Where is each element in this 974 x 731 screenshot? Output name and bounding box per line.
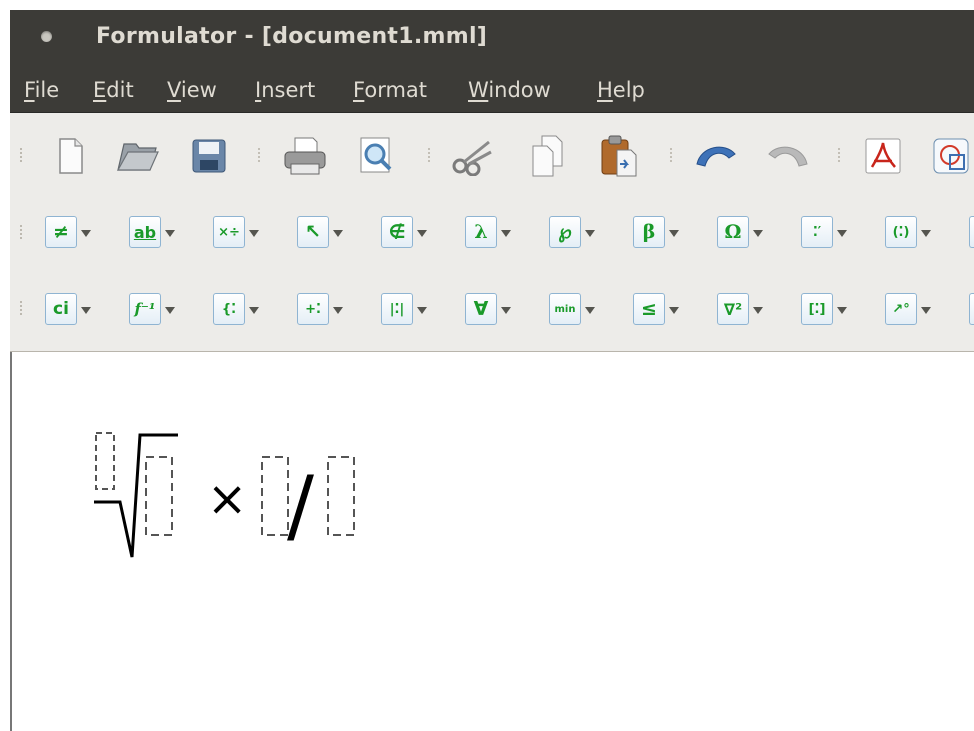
chevron-down-icon[interactable]	[165, 307, 175, 314]
menu-bar: File Edit View Insert Format Window Help	[10, 72, 974, 113]
chevron-down-icon[interactable]	[417, 307, 427, 314]
root-index-placeholder[interactable]	[95, 432, 115, 490]
misc-symbols-palette-button[interactable]: ℘	[549, 216, 581, 248]
menu-help[interactable]: Help	[597, 78, 645, 102]
toolbar-grip[interactable]	[20, 225, 25, 239]
chevron-down-icon[interactable]	[753, 307, 763, 314]
multiply-operator: ×	[207, 471, 247, 527]
brackets-palette-button[interactable]: (⁚)	[885, 216, 917, 248]
limits-palette-button[interactable]: min	[549, 293, 581, 325]
chevron-down-icon[interactable]	[921, 230, 931, 237]
primes-palette-button[interactable]: ⁚′	[801, 216, 833, 248]
radicand-placeholder[interactable]	[145, 456, 173, 536]
absolute-value-palette-button[interactable]: |⁚|	[381, 293, 413, 325]
logic-palette-button[interactable]: ∀	[465, 293, 497, 325]
chevron-down-icon[interactable]	[669, 230, 679, 237]
undo-icon[interactable]	[690, 139, 742, 173]
chevron-down-icon[interactable]	[333, 230, 343, 237]
toolbar-grip[interactable]	[20, 301, 25, 315]
inequalities-palette-button[interactable]: ≤	[633, 293, 665, 325]
menu-insert[interactable]: Insert	[255, 78, 315, 102]
menu-file[interactable]: File	[24, 78, 59, 102]
toolbar-separator	[258, 148, 264, 162]
formula-expression[interactable]: × /	[82, 427, 382, 571]
menu-edit[interactable]: Edit	[93, 78, 134, 102]
window-title: Formulator - [document1.mml]	[96, 24, 488, 49]
radical-sign	[94, 433, 178, 558]
arrows-palette-button[interactable]: ↖	[297, 216, 329, 248]
chevron-down-icon[interactable]	[81, 230, 91, 237]
content-palette-toolbar: ci f⁻¹ {⁚ +⁚ |⁚| ∀ min ≤ ∇² [⁚] ↗°	[10, 267, 974, 352]
determinant-palette-button[interactable]: [⁚]	[801, 293, 833, 325]
numerator-placeholder[interactable]	[261, 456, 289, 536]
functions-palette-button[interactable]: f⁻¹	[129, 293, 161, 325]
main-toolbar	[10, 113, 974, 198]
relations-palette-button[interactable]: ≠	[45, 216, 77, 248]
set-relations-palette-button[interactable]: ∉	[381, 216, 413, 248]
chevron-down-icon[interactable]	[81, 307, 91, 314]
chevron-down-icon[interactable]	[333, 307, 343, 314]
calculus-palette-button[interactable]: ∇²	[717, 293, 749, 325]
operators-palette-button[interactable]: ×÷	[213, 216, 245, 248]
paste-icon[interactable]	[598, 133, 640, 179]
decorations-palette-button[interactable]: ab	[129, 216, 161, 248]
redo-icon[interactable]	[762, 139, 814, 173]
menu-format[interactable]: Format	[353, 78, 427, 102]
greek-lowercase-palette-button[interactable]: β	[633, 216, 665, 248]
chevron-down-icon[interactable]	[249, 307, 259, 314]
formula-graphic: × /	[94, 432, 355, 558]
toolbar-separator	[428, 148, 434, 162]
overflow-palette-button[interactable]	[969, 293, 974, 325]
open-folder-icon[interactable]	[114, 135, 160, 177]
chevron-down-icon[interactable]	[501, 307, 511, 314]
save-icon[interactable]	[190, 137, 228, 175]
chevron-down-icon[interactable]	[165, 230, 175, 237]
cut-icon[interactable]	[450, 135, 496, 177]
vectors-palette-button[interactable]: ↗°	[885, 293, 917, 325]
new-document-icon[interactable]	[54, 135, 88, 177]
window-menu-icon[interactable]	[41, 31, 52, 42]
copy-icon[interactable]	[528, 133, 568, 179]
symbol-palette-toolbar: ≠ ab ×÷ ↖ ∉ λ ℘ β Ω ⁚′ (⁚)	[10, 197, 974, 268]
content-identifier-palette-button[interactable]: ci	[45, 293, 77, 325]
print-icon[interactable]	[280, 133, 330, 179]
chevron-down-icon[interactable]	[837, 230, 847, 237]
set-palette-button[interactable]: {⁚	[213, 293, 245, 325]
chevron-down-icon[interactable]	[501, 230, 511, 237]
menu-window[interactable]: Window	[468, 78, 551, 102]
export-image-icon[interactable]	[932, 135, 974, 177]
chevron-down-icon[interactable]	[585, 230, 595, 237]
document-canvas[interactable]: × /	[10, 352, 974, 731]
division-slash: /	[287, 459, 314, 552]
lambda-palette-button[interactable]: λ	[465, 216, 497, 248]
chevron-down-icon[interactable]	[837, 307, 847, 314]
chevron-down-icon[interactable]	[753, 230, 763, 237]
print-preview-icon[interactable]	[356, 135, 398, 177]
menu-view[interactable]: View	[167, 78, 217, 102]
denominator-placeholder[interactable]	[327, 456, 355, 536]
formulator-window: Formulator - [document1.mml] File Edit V…	[10, 10, 974, 731]
chevron-down-icon[interactable]	[417, 230, 427, 237]
toolbar-grip[interactable]	[20, 148, 25, 162]
arithmetic-palette-button[interactable]: +⁚	[297, 293, 329, 325]
greek-uppercase-palette-button[interactable]: Ω	[717, 216, 749, 248]
toolbar-separator	[670, 148, 676, 162]
chevron-down-icon[interactable]	[921, 307, 931, 314]
chevron-down-icon[interactable]	[249, 230, 259, 237]
export-pdf-icon[interactable]	[862, 135, 904, 177]
title-bar: Formulator - [document1.mml]	[10, 10, 974, 72]
chevron-down-icon[interactable]	[669, 307, 679, 314]
overflow-palette-button[interactable]	[969, 216, 974, 248]
chevron-down-icon[interactable]	[585, 307, 595, 314]
toolbar-separator	[838, 148, 844, 162]
